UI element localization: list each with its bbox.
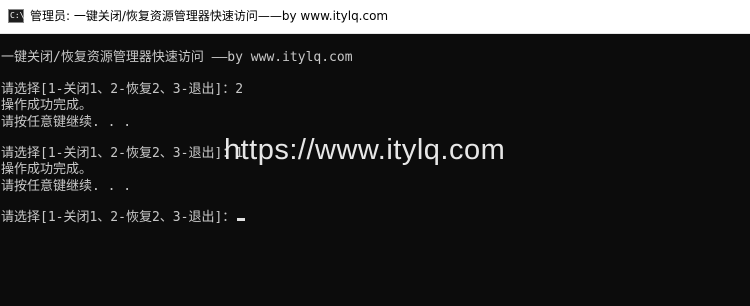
console-line: 请按任意键继续. . . [1,115,132,130]
console-line: 请按任意键继续. . . [1,179,132,194]
window-title: 管理员: 一键关闭/恢复资源管理器快速访问——by www.itylq.com [30,9,389,23]
cmd-icon-glyph: C:\ [10,11,25,20]
cmd-console-icon[interactable]: C:\ [8,9,24,23]
console-output[interactable]: 一键关闭/恢复资源管理器快速访问 ——by www.itylq.com 请选择[… [0,34,750,306]
console-line: 请选择[1-关闭1、2-恢复2、3-退出]：2 [1,82,244,97]
console-prompt-text: 请选择[1-关闭1、2-恢复2、3-退出]： [1,210,236,225]
title-bar[interactable]: C:\ 管理员: 一键关闭/恢复资源管理器快速访问——by www.itylq.… [0,0,750,34]
cmd-window: C:\ 管理员: 一键关闭/恢复资源管理器快速访问——by www.itylq.… [0,0,750,306]
console-line: 一键关闭/恢复资源管理器快速访问 ——by www.itylq.com [1,50,353,65]
console-line: 操作成功完成。 [1,98,93,113]
console-line: 操作成功完成。 [1,162,93,177]
console-prompt-line: 请选择[1-关闭1、2-恢复2、3-退出]： [1,209,246,226]
watermark-text: https://www.itylq.com [224,134,506,166]
console-line: 请选择[1-关闭1、2-恢复2、3-退出]：1 [1,146,244,161]
text-cursor [237,218,246,221]
